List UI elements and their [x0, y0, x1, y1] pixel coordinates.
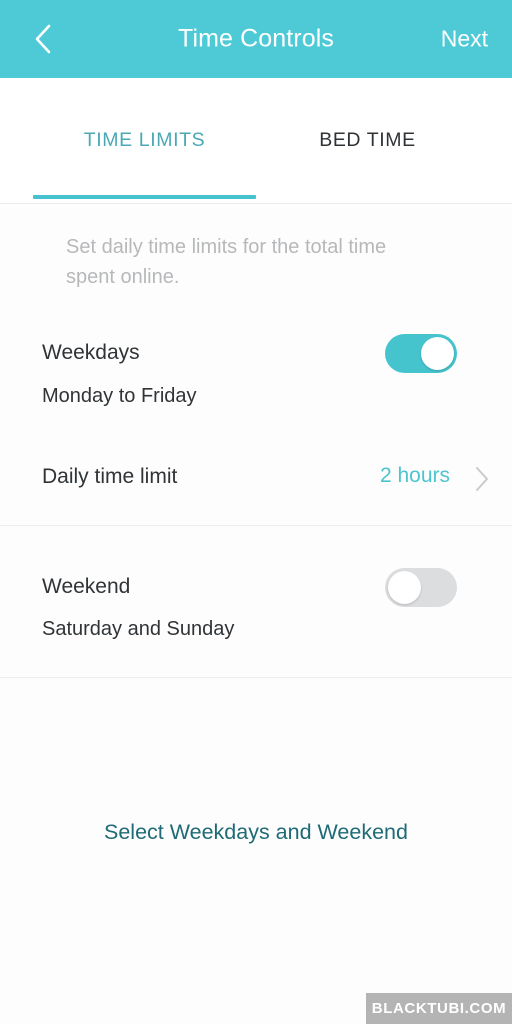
weekend-toggle[interactable]	[385, 568, 457, 607]
section-description: Set daily time limits for the total time…	[66, 236, 387, 288]
watermark: BLACKTUBI.COM	[366, 993, 512, 1024]
weekdays-subtitle: Monday to Friday	[42, 385, 197, 407]
weekdays-toggle-knob	[421, 337, 454, 370]
daily-time-limit-row[interactable]: Daily time limit 2 hours	[0, 452, 512, 502]
tab-active-indicator	[33, 195, 256, 199]
app-header: Time Controls Next	[0, 0, 512, 78]
watermark-text: BLACKTUBI.COM	[371, 1000, 507, 1017]
tab-time-limits[interactable]: TIME LIMITS	[33, 78, 256, 203]
tab-bar: TIME LIMITS BED TIME	[0, 78, 512, 204]
tab-time-limits-label: TIME LIMITS	[83, 129, 206, 151]
next-button[interactable]: Next	[441, 26, 488, 53]
select-weekdays-weekend-link[interactable]: Select Weekdays and Weekend	[0, 820, 512, 845]
weekdays-toggle[interactable]	[385, 334, 457, 373]
chevron-right-icon	[474, 466, 490, 497]
weekend-subtitle: Saturday and Sunday	[42, 618, 235, 640]
weekend-toggle-knob	[388, 571, 421, 604]
weekend-title: Weekend	[42, 575, 131, 598]
app-screen: Time Controls Next TIME LIMITS BED TIME …	[0, 0, 512, 1024]
section-divider-1	[0, 525, 512, 526]
weekdays-title: Weekdays	[42, 341, 140, 364]
section-divider-2	[0, 677, 512, 678]
daily-time-limit-value: 2 hours	[379, 464, 450, 487]
tab-bed-time-label: BED TIME	[319, 129, 416, 151]
page-title: Time Controls	[178, 24, 334, 53]
daily-time-limit-label: Daily time limit	[42, 465, 178, 488]
tab-bed-time[interactable]: BED TIME	[256, 78, 479, 203]
